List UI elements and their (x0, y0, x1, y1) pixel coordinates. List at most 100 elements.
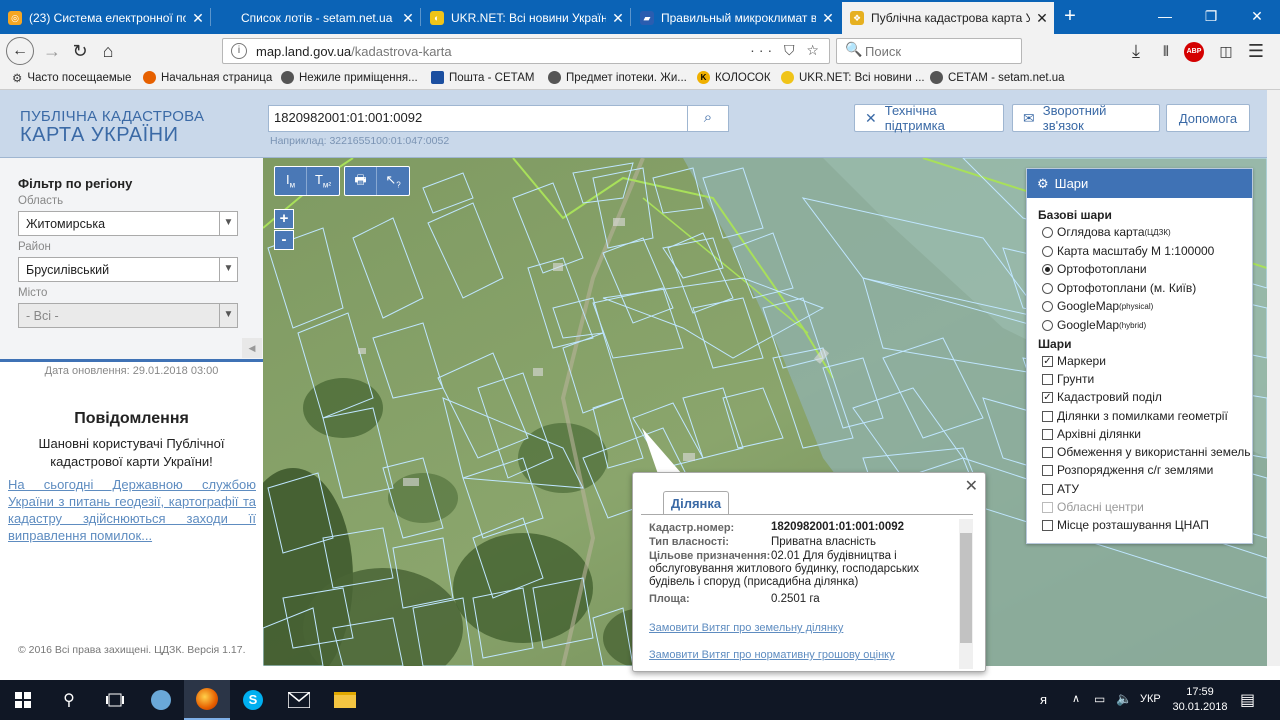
notifications-icon[interactable]: ▤ (1240, 690, 1255, 710)
collapse-panel-button[interactable]: ◀ (242, 338, 262, 358)
bookmark-nonresidential[interactable]: Нежиле приміщення... (281, 71, 418, 84)
bookmark-kolosok[interactable]: K КОЛОСОК (697, 71, 771, 84)
page-actions-icon[interactable]: ··· ⛉ ☆ (750, 42, 823, 59)
menu-icon[interactable]: ☰ (1244, 40, 1268, 64)
filter-title: Фільтр по регіону (18, 176, 133, 191)
bookmark-mail-setam[interactable]: Пошта - СЕТАМ (431, 71, 535, 84)
measure-tools: Iм Tм² (274, 166, 340, 196)
forward-button[interactable]: → (40, 40, 64, 64)
file-explorer-icon[interactable] (322, 680, 368, 720)
adblock-icon[interactable]: ABP (1184, 42, 1204, 62)
zoom-in-button[interactable]: + (274, 209, 294, 229)
checkbox-icon (1042, 464, 1053, 476)
order-valuation-extract-link[interactable]: Замовити Витяг про нормативну грошову оц… (649, 649, 895, 661)
layer-soils[interactable]: Грунти (1042, 372, 1094, 386)
close-icon[interactable]: ✕ (396, 10, 420, 27)
close-icon[interactable]: ✕ (1030, 10, 1054, 27)
search-button[interactable]: ⌕ (687, 105, 729, 132)
reload-button[interactable]: ↻ (68, 40, 92, 64)
layer-geometry-errors[interactable]: Ділянки з помилками геометрії (1042, 409, 1228, 423)
tab-cadastral-map[interactable]: ❖ Публічна кадастрова карта Ук ✕ (842, 2, 1054, 34)
tab-ukrnet[interactable]: ◐ UKR.NET: Всі новини України, ✕ (422, 2, 630, 34)
close-icon[interactable]: ✕ (816, 10, 840, 27)
feedback-button[interactable]: ✉ Зворотний зв'язок (1012, 103, 1160, 133)
city-select[interactable]: - Всі - ▼ (18, 303, 238, 328)
print-icon[interactable]: 🖶 (345, 167, 377, 195)
base-layer-orthophoto[interactable]: Ортофотоплани (1042, 262, 1147, 276)
city-label: Місто (18, 287, 48, 299)
layer-agri-land-orders[interactable]: Розпорядження с/г землями (1042, 463, 1213, 477)
volume-icon[interactable]: 🔈 (1116, 691, 1132, 707)
browser-search-input[interactable]: 🔍 Поиск (836, 38, 1022, 64)
base-layer-google-hybrid[interactable]: GoogleMap (hybrid) (1042, 318, 1146, 332)
notice-link[interactable]: На сьогодні Державною службою України з … (8, 476, 256, 544)
home-icon[interactable]: ⌂ (96, 40, 120, 64)
library-icon[interactable]: ⫴ (1154, 40, 1178, 64)
chevron-down-icon: ▼ (219, 304, 237, 327)
base-layer-google-physical[interactable]: GoogleMap (physical) (1042, 299, 1153, 313)
tools-icon: ✕ (865, 109, 877, 126)
edge-browser-icon[interactable] (138, 680, 184, 720)
site-logo-line1[interactable]: ПУБЛІЧНА КАДАСТРОВА (20, 108, 204, 125)
layer-cadastral-division[interactable]: ✓ Кадастровий поділ (1042, 390, 1162, 404)
downloads-icon[interactable]: ⤓ (1124, 40, 1148, 64)
language-indicator[interactable]: УКР (1140, 693, 1161, 705)
tab-parcel[interactable]: Ділянка (663, 491, 729, 515)
scroll-thumb[interactable] (960, 533, 972, 643)
new-tab-button[interactable]: + (1058, 2, 1082, 32)
skype-icon[interactable]: S (230, 680, 276, 720)
measure-area-icon[interactable]: Tм² (307, 167, 339, 195)
tab-system[interactable]: ◎ (23) Система електронної пос ✕ (0, 2, 210, 34)
popup-scrollbar[interactable] (959, 519, 973, 669)
search-icon: ⌕ (703, 109, 713, 126)
page-scrollbar[interactable] (1267, 90, 1280, 666)
close-icon[interactable]: ✕ (965, 476, 978, 496)
bookmark-start-page[interactable]: Начальная страница (143, 71, 272, 84)
task-view-icon[interactable] (92, 680, 138, 720)
close-icon[interactable]: ✕ (186, 10, 210, 27)
close-window-button[interactable]: ✕ (1234, 0, 1280, 34)
layer-atu[interactable]: АТУ (1042, 482, 1079, 496)
site-logo-line2[interactable]: КАРТА УКРАЇНИ (20, 124, 178, 147)
rayon-select[interactable]: Брусилівський ▼ (18, 257, 238, 282)
tab-microclimate[interactable]: ▰ Правильный микроклимат в ✕ (632, 2, 840, 34)
base-layer-overview[interactable]: Оглядова карта (ЦДЗК) (1042, 225, 1171, 239)
base-layer-orthophoto-kyiv[interactable]: Ортофотоплани (м. Київ) (1042, 281, 1196, 295)
info-icon[interactable]: i (231, 43, 247, 59)
layer-land-restrictions[interactable]: Обмеження у використанні земель (1042, 445, 1250, 459)
cadastral-number-input[interactable]: 1820982001:01:001:0092 (268, 105, 688, 132)
tech-support-button[interactable]: ✕ Технічна підтримка (854, 103, 1004, 133)
minimize-button[interactable]: — (1142, 0, 1188, 34)
maximize-button[interactable]: ❐ (1188, 0, 1234, 34)
sidebar-icon[interactable]: ◫ (1214, 40, 1238, 64)
firefox-icon[interactable] (184, 680, 230, 720)
bookmark-mortgage[interactable]: Предмет іпотеки. Жи... (548, 71, 687, 84)
measure-distance-icon[interactable]: Iм (275, 167, 307, 195)
bookmark-frequent[interactable]: ⚙ Часто посещаемые (12, 71, 131, 85)
close-icon[interactable]: ✕ (606, 10, 630, 27)
back-button[interactable]: ← (6, 37, 34, 65)
base-layers-title: Базові шари (1038, 208, 1112, 222)
layer-archive-parcels[interactable]: Архівні ділянки (1042, 427, 1141, 441)
help-button[interactable]: Допомога (1166, 104, 1250, 132)
url-bar[interactable]: i map.land.gov.ua/kadastrova-karta ··· ⛉… (222, 38, 830, 64)
identify-icon[interactable]: ↖? (377, 167, 409, 195)
clock[interactable]: 17:59 30.01.2018 (1170, 685, 1230, 715)
bookmark-setam[interactable]: СЕТАМ - setam.net.ua (930, 71, 1065, 84)
oblast-select[interactable]: Житомирська ▼ (18, 211, 238, 236)
tab-favicon-icon: ◎ (8, 11, 22, 25)
base-layer-100000[interactable]: Карта масштабу М 1:100000 (1042, 244, 1214, 258)
layer-cnap-locations[interactable]: Місце розташування ЦНАП (1042, 518, 1209, 532)
bookmark-ukrnet[interactable]: UKR.NET: Всі новини ... (781, 71, 925, 84)
network-icon[interactable]: ▭ (1094, 692, 1105, 706)
layer-markers[interactable]: ✓ Маркери (1042, 354, 1106, 368)
order-parcel-extract-link[interactable]: Замовити Витяг про земельну ділянку (649, 622, 843, 634)
people-icon[interactable]: ᴙ (1040, 692, 1047, 707)
tab-setam-lots[interactable]: Список лотів - setam.net.ua ✕ (212, 2, 420, 34)
mail-icon[interactable] (276, 680, 322, 720)
windows-start-icon[interactable] (0, 680, 46, 720)
layers-header[interactable]: ⚙ Шари (1027, 169, 1252, 198)
zoom-out-button[interactable]: - (274, 230, 294, 250)
search-icon[interactable]: ⚲ (46, 680, 92, 720)
tray-arrow-icon[interactable]: ∧ (1072, 692, 1080, 705)
